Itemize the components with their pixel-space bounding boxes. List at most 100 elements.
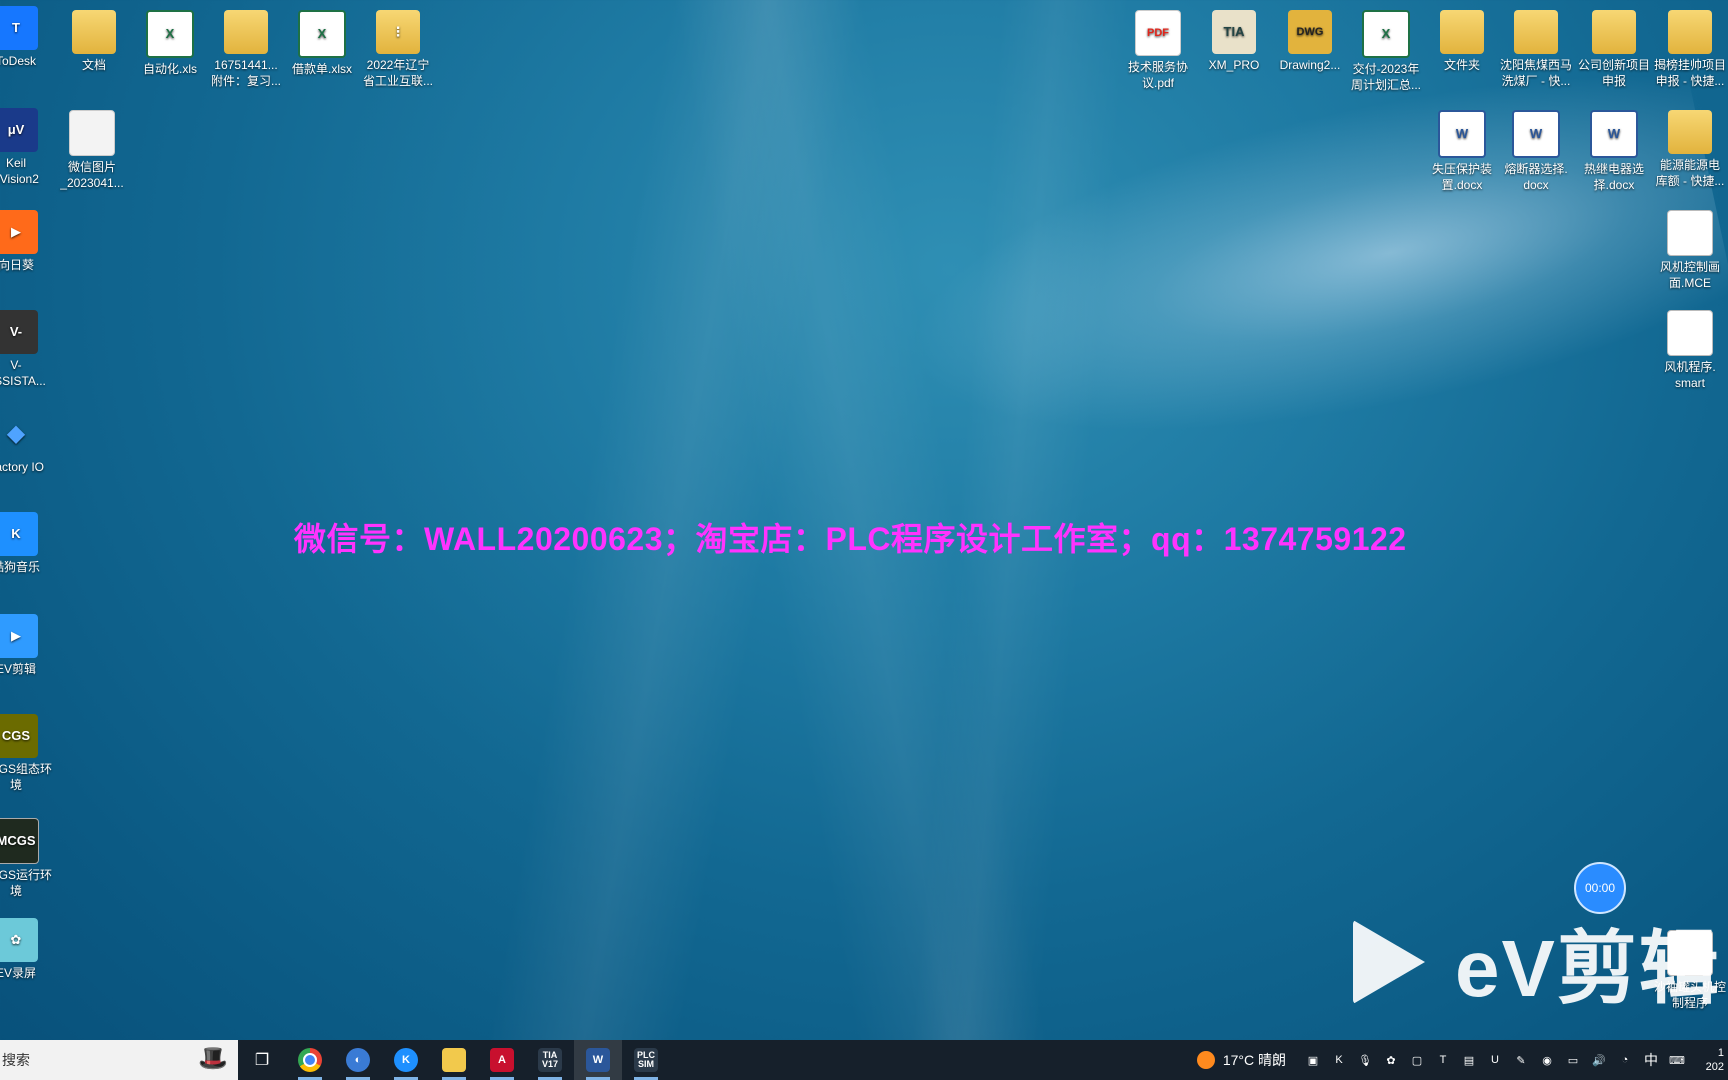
search-label: 搜索 bbox=[2, 1052, 30, 1068]
chrome-icon bbox=[298, 1048, 322, 1072]
desktop-icon-undervoltage-docx[interactable]: W 失压保护装 置.docx bbox=[1424, 110, 1500, 193]
tray-tia-icon[interactable]: T bbox=[1434, 1051, 1452, 1069]
browser-icon: ◐ bbox=[346, 1048, 370, 1072]
desktop-icon-shenyang-shortcut[interactable]: 沈阳焦煤西马 洗煤厂 - 快... bbox=[1498, 10, 1574, 89]
desktop-icon-kugou[interactable]: K 酷狗音乐 bbox=[0, 512, 54, 575]
zip-folder-icon: ⋮ bbox=[376, 10, 420, 54]
desktop-icon-weekly-plan[interactable]: X 交付-2023年 周计划汇总... bbox=[1348, 10, 1424, 93]
tray-kugou-icon[interactable]: K bbox=[1330, 1051, 1348, 1069]
folder-icon bbox=[72, 10, 116, 54]
taskbar-app-tia-portal[interactable]: TIA V17 bbox=[526, 1040, 574, 1080]
folder-icon bbox=[1668, 10, 1712, 54]
weather-text: 17°C 晴朗 bbox=[1222, 1052, 1286, 1068]
excel-icon: X bbox=[1362, 10, 1410, 58]
taskbar-app-file-explorer[interactable] bbox=[430, 1040, 478, 1080]
desktop-icon-label: 16751441... 附件：复习... bbox=[210, 58, 281, 88]
desktop-icon-xm-pro[interactable]: TIA XM_PRO bbox=[1196, 10, 1272, 73]
desktop-icon-label: ToDesk bbox=[0, 54, 36, 68]
desktop-icon-label: EV录屏 bbox=[0, 966, 36, 980]
pdf-icon: PDF bbox=[1135, 10, 1181, 56]
kugou-icon: K bbox=[0, 512, 38, 556]
taskbar-app-word[interactable]: W bbox=[574, 1040, 622, 1080]
taskbar-app-kugou[interactable]: K bbox=[382, 1040, 430, 1080]
wechat-icon[interactable]: ◉ bbox=[1538, 1051, 1556, 1069]
desktop-icon-ev-editor[interactable]: ▶ EV剪辑 bbox=[0, 614, 54, 677]
desktop-icon-documents[interactable]: 文档 bbox=[56, 10, 132, 73]
taskbar-app-autocad[interactable]: A bbox=[478, 1040, 526, 1080]
desktop-icon-innovation-folder[interactable]: 公司创新项目 申报 bbox=[1576, 10, 1652, 89]
desktop-icon-keil[interactable]: μV Keil uVision2 bbox=[0, 108, 54, 187]
taskbar-app-browser[interactable]: ◐ bbox=[334, 1040, 382, 1080]
desktop-icon-sunlogin[interactable]: ▶ 向日葵 bbox=[0, 210, 54, 273]
sunlogin-icon: ▶ bbox=[0, 210, 38, 254]
desktop-icon-v-assistant[interactable]: V- V- ASSISTA... bbox=[0, 310, 54, 389]
battery-icon[interactable]: ▭ bbox=[1564, 1051, 1582, 1069]
clock[interactable]: 1 202 bbox=[1690, 1046, 1728, 1074]
excel-icon: X bbox=[146, 10, 194, 58]
volume-icon[interactable]: 🔊 bbox=[1590, 1051, 1608, 1069]
tray-ucs-icon[interactable]: U bbox=[1486, 1051, 1504, 1069]
desktop-icon-label: 文档 bbox=[81, 58, 106, 72]
desktop-icon-relay-docx[interactable]: W 热继电器选 择.docx bbox=[1576, 110, 1652, 193]
desktop-icon-energy-shortcut[interactable]: 能源能源电 库额 - 快捷... bbox=[1652, 110, 1728, 189]
network-icon[interactable]: ◔ bbox=[1616, 1051, 1634, 1069]
todesk-icon: T bbox=[0, 6, 38, 50]
tray-flower-icon[interactable]: ✿ bbox=[1382, 1051, 1400, 1069]
desktop-icon-label: 微信图片 _2023041... bbox=[60, 160, 124, 190]
keil-icon: μV bbox=[0, 108, 38, 152]
autocad-icon: A bbox=[490, 1048, 514, 1072]
taskbar-search[interactable]: 搜索 🎩 bbox=[0, 1040, 238, 1080]
desktop-icon-fan-smart[interactable]: 风机程序. smart bbox=[1652, 310, 1728, 391]
ime-indicator[interactable]: 中 bbox=[1642, 1051, 1660, 1069]
excel-icon: X bbox=[298, 10, 346, 58]
mcgs-config-icon: CGS bbox=[0, 714, 38, 758]
desktop-icon-wechat-image[interactable]: 微信图片 _2023041... bbox=[54, 110, 130, 191]
desktop-icon-service-pdf[interactable]: PDF 技术服务协 议.pdf bbox=[1120, 10, 1196, 91]
keyboard-icon[interactable]: ⌨ bbox=[1668, 1051, 1686, 1069]
tray-app-icon[interactable]: ▣ bbox=[1304, 1051, 1322, 1069]
system-tray: 17°C 晴朗 ▣ K 🎙 ✿ ▢ T ▤ U ✎ ◉ ▭ 🔊 ◔ 中 ⌨ 1 … bbox=[1196, 1040, 1728, 1080]
folder-icon bbox=[1440, 10, 1484, 54]
desktop-icon-fan-mce[interactable]: 风机控制画 面.MCE bbox=[1652, 210, 1728, 291]
desktop-icon-label: 酷狗音乐 bbox=[0, 560, 40, 574]
desktop-icon-drawing-dwg[interactable]: DWG Drawing2... bbox=[1272, 10, 1348, 73]
sun-icon bbox=[1196, 1051, 1215, 1069]
tray-sim-icon[interactable]: ▤ bbox=[1460, 1051, 1478, 1069]
desktop-icon-label: MCGS运行环境 bbox=[0, 868, 52, 898]
tray-pen-icon[interactable]: ✎ bbox=[1512, 1051, 1530, 1069]
wallpaper-surface-glow bbox=[877, 38, 1728, 502]
desktop-icon-label: 能源能源电 库额 - 快捷... bbox=[1655, 158, 1725, 188]
tray-window-icon[interactable]: ▢ bbox=[1408, 1051, 1426, 1069]
microphone-icon[interactable]: 🎙 bbox=[1356, 1051, 1374, 1069]
ev-editor-watermark: eV剪辑 bbox=[1353, 904, 1721, 1020]
desktop-icon-attachment-folder[interactable]: 16751441... 附件：复习... bbox=[208, 10, 284, 89]
ev-recorder-icon: ✿ bbox=[0, 918, 38, 962]
folder-icon bbox=[1514, 10, 1558, 54]
desktop-icon-todesk[interactable]: T ToDesk bbox=[0, 6, 54, 69]
mcgs-runtime-icon: MCGS bbox=[0, 818, 39, 864]
desktop-icon-jiebang-shortcut[interactable]: 揭榜挂帅项目 申报 - 快捷... bbox=[1652, 10, 1728, 89]
desktop-icon-factory-io[interactable]: ◆ Factory IO bbox=[0, 412, 54, 475]
desktop-icon-automation-xls[interactable]: X 自动化.xls bbox=[132, 10, 208, 77]
ev-play-icon bbox=[1353, 920, 1425, 1004]
desktop-icon-mcgs-config[interactable]: CGS MCGS组态环境 bbox=[0, 714, 54, 793]
taskbar-app-plcsim[interactable]: PLC SIM bbox=[622, 1040, 670, 1080]
task-view-button[interactable]: ❐ bbox=[238, 1040, 286, 1080]
desktop-icon-label: 公司创新项目 申报 bbox=[1577, 58, 1650, 88]
desktop-icon-label: 2022年辽宁 省工业互联... bbox=[362, 58, 433, 88]
desktop-icon-fuse-docx[interactable]: W 熔断器选择. docx bbox=[1498, 110, 1574, 193]
weather-widget[interactable]: 17°C 晴朗 bbox=[1196, 1050, 1286, 1070]
desktop-icon-liaoning-zip[interactable]: ⋮ 2022年辽宁 省工业互联... bbox=[360, 10, 436, 89]
desktop-icon-folder[interactable]: 文件夹 bbox=[1424, 10, 1500, 73]
factory-io-icon: ◆ bbox=[6, 420, 26, 447]
desktop-icon-mcgs-runtime[interactable]: MCGS MCGS运行环境 bbox=[0, 818, 54, 899]
file-icon bbox=[1667, 310, 1713, 356]
desktop-icon-ev-recorder[interactable]: ✿ EV录屏 bbox=[0, 918, 54, 981]
desktop-icon-loan-xlsx[interactable]: X 借款单.xlsx bbox=[284, 10, 360, 77]
v-assistant-icon: V- bbox=[0, 310, 38, 354]
desktop-icon-label: 向日葵 bbox=[0, 258, 34, 272]
clock-time: 1 bbox=[1717, 1047, 1724, 1059]
folder-icon bbox=[1668, 110, 1712, 154]
desktop-icon-label: 风机程序. smart bbox=[1664, 360, 1716, 390]
taskbar-app-chrome[interactable] bbox=[286, 1040, 334, 1080]
